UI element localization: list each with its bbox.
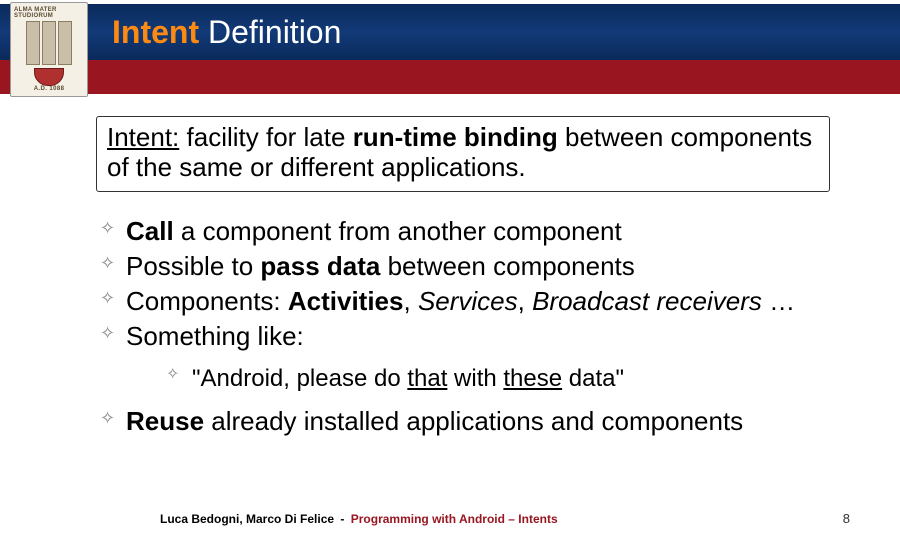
sub-list: "Android, please do that with these data… (166, 362, 870, 396)
tower-icon (58, 21, 72, 65)
content-area: Intent: facility for late run-time bindi… (0, 94, 900, 439)
bullet-bold: Reuse (126, 406, 204, 436)
quote-underline: that (407, 365, 447, 392)
bullet-list: Call a component from another component … (100, 214, 870, 439)
title-rest: Definition (199, 14, 341, 50)
tower-icon (42, 21, 56, 65)
bullet-bold: Activities (288, 286, 404, 316)
bullet-bold: Call (126, 216, 174, 246)
quote-pre: "Android, please do (192, 365, 407, 392)
footer-separator: - (340, 512, 344, 526)
title-bar: Intent Definition (0, 4, 900, 60)
bullet-text: Something like: (126, 321, 304, 351)
definition-box: Intent: facility for late run-time bindi… (96, 116, 830, 192)
quote-mid: with (447, 365, 503, 392)
sub-list-item: "Android, please do that with these data… (166, 362, 870, 396)
logo-graphic (26, 21, 72, 65)
bullet-text: a component from another component (174, 216, 622, 246)
bullet-text: Possible to (126, 251, 260, 281)
bullet-italic: Broadcast receivers (532, 286, 762, 316)
bullet-text: already installed applications and compo… (204, 406, 743, 436)
definition-term: Intent: (107, 122, 179, 152)
title-accent: Intent (112, 14, 199, 50)
footer-credits: Luca Bedogni, Marco Di Felice - Programm… (160, 512, 558, 526)
quote-post: data" (562, 365, 624, 392)
bullet-bold: pass data (260, 251, 380, 281)
bullet-dots: … (762, 286, 795, 316)
list-item: Something like: "Android, please do that… (100, 319, 870, 396)
footer-authors: Luca Bedogni, Marco Di Felice (160, 512, 334, 526)
bullet-text: Components: (126, 286, 288, 316)
tower-icon (26, 21, 40, 65)
list-item: Components: Activities, Services, Broadc… (100, 284, 870, 319)
footer-course: Programming with Android – Intents (351, 512, 558, 526)
bullet-text: between components (380, 251, 634, 281)
slide-title: Intent Definition (112, 14, 341, 51)
university-seal-logo: ALMA MATER STUDIORUM A.D. 1088 (10, 2, 88, 97)
footer: Luca Bedogni, Marco Di Felice - Programm… (0, 502, 900, 526)
logo-bottom-text: A.D. 1088 (34, 86, 65, 92)
bullet-sep: , (518, 286, 532, 316)
title-underbar (0, 60, 900, 94)
bullet-sep: , (403, 286, 417, 316)
definition-pre: facility for late (179, 122, 352, 152)
bullet-italic: Services (418, 286, 518, 316)
page-number: 8 (843, 511, 850, 526)
shield-icon (34, 68, 64, 86)
list-item: Call a component from another component (100, 214, 870, 249)
list-item: Possible to pass data between components (100, 249, 870, 284)
definition-bold: run-time binding (353, 122, 558, 152)
list-item: Reuse already installed applications and… (100, 404, 870, 439)
slide: ALMA MATER STUDIORUM A.D. 1088 Intent De… (0, 0, 900, 540)
quote-underline: these (503, 365, 562, 392)
logo-top-text: ALMA MATER STUDIORUM (14, 7, 84, 19)
